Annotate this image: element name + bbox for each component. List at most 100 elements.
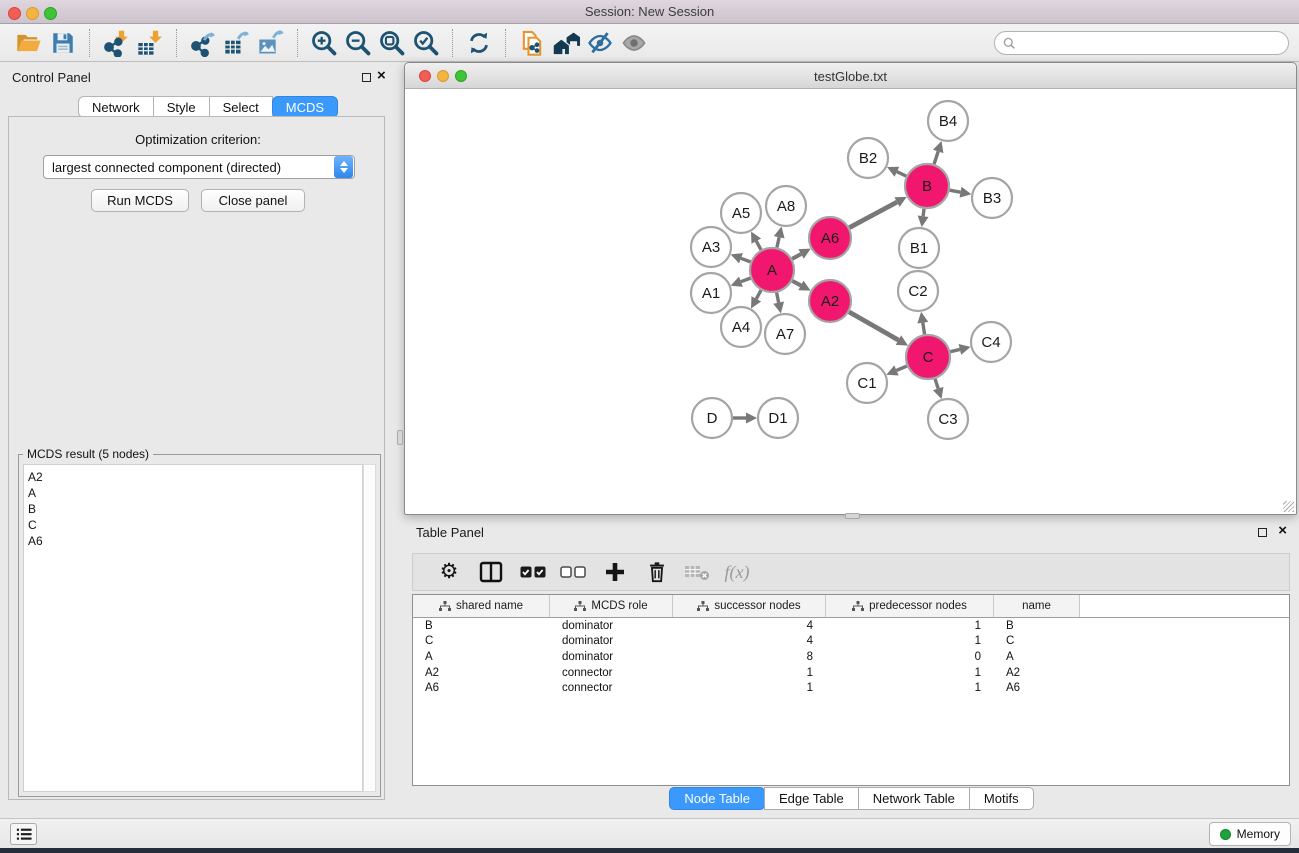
column-header-shared-name[interactable]: shared name bbox=[413, 595, 550, 617]
graph-edge-A-A2[interactable] bbox=[792, 281, 801, 286]
copy-network-button[interactable] bbox=[515, 27, 549, 59]
graph-edge-A-A4[interactable] bbox=[756, 290, 761, 299]
export-table-button[interactable] bbox=[220, 27, 254, 59]
graph-edge-C-C4[interactable] bbox=[950, 349, 959, 351]
graph-edge-A-A3[interactable] bbox=[741, 258, 751, 262]
list-item[interactable]: C bbox=[28, 517, 362, 533]
zoom-fit-button[interactable] bbox=[375, 27, 409, 59]
table-cell[interactable]: A bbox=[413, 651, 550, 663]
zoom-out-button[interactable] bbox=[341, 27, 375, 59]
table-cell[interactable]: dominator bbox=[550, 620, 673, 632]
table-row[interactable]: Adominator80A bbox=[413, 649, 1289, 665]
select-all-button[interactable] bbox=[515, 556, 551, 588]
zoom-in-button[interactable] bbox=[307, 27, 341, 59]
table-cell[interactable]: 1 bbox=[826, 620, 994, 632]
graph-edge-A-A7[interactable] bbox=[777, 293, 779, 303]
close-panel-icon[interactable]: × bbox=[1278, 523, 1287, 539]
graph-edge-B-B4[interactable] bbox=[934, 151, 938, 164]
tab-motifs[interactable]: Motifs bbox=[969, 787, 1034, 810]
network-canvas[interactable]: B4B2BB3A5A8A6A3B1AA1C2A2A4A7C4CC1C3DD1 bbox=[406, 90, 1295, 513]
tab-network-table[interactable]: Network Table bbox=[858, 787, 970, 810]
unselect-all-button[interactable] bbox=[555, 556, 591, 588]
graph-edge-B-B2[interactable] bbox=[897, 172, 906, 176]
split-view-button[interactable] bbox=[473, 556, 509, 588]
table-row[interactable]: Cdominator41C bbox=[413, 634, 1289, 650]
graph-edge-A-A1[interactable] bbox=[741, 278, 751, 282]
table-cell[interactable]: connector bbox=[550, 682, 673, 694]
table-cell[interactable]: 1 bbox=[826, 635, 994, 647]
graph-edge-C-C3[interactable] bbox=[935, 379, 938, 389]
task-history-button[interactable] bbox=[10, 823, 37, 845]
graph-edge-C-C1[interactable] bbox=[896, 366, 906, 370]
run-mcds-button[interactable]: Run MCDS bbox=[91, 189, 189, 212]
table-row[interactable]: A2connector11A2 bbox=[413, 665, 1289, 681]
table-cell[interactable]: B bbox=[994, 620, 1080, 632]
export-image-button[interactable] bbox=[254, 27, 288, 59]
table-cell[interactable]: A6 bbox=[413, 682, 550, 694]
toggle-visibility-button[interactable] bbox=[583, 27, 617, 59]
float-panel-icon[interactable] bbox=[1258, 528, 1267, 537]
table-cell[interactable]: 0 bbox=[826, 651, 994, 663]
float-panel-icon[interactable] bbox=[362, 73, 371, 82]
graph-edge-B-B3[interactable] bbox=[950, 190, 961, 192]
column-header-MCDS-role[interactable]: MCDS role bbox=[550, 595, 673, 617]
table-cell[interactable]: A bbox=[994, 651, 1080, 663]
tab-network[interactable]: Network bbox=[78, 96, 154, 118]
network-graph-svg[interactable]: B4B2BB3A5A8A6A3B1AA1C2A2A4A7C4CC1C3DD1 bbox=[406, 90, 1297, 514]
close-panel-icon[interactable]: × bbox=[377, 68, 386, 84]
table-cell[interactable]: 4 bbox=[673, 635, 826, 647]
table-cell[interactable]: A2 bbox=[413, 667, 550, 679]
graph-edge-C-C2[interactable] bbox=[923, 323, 925, 335]
result-scrollbar[interactable] bbox=[363, 464, 376, 792]
list-item[interactable]: B bbox=[28, 501, 362, 517]
list-item[interactable]: A6 bbox=[28, 533, 362, 549]
tab-mcds[interactable]: MCDS bbox=[272, 96, 338, 118]
network-window-titlebar[interactable]: testGlobe.txt bbox=[405, 63, 1296, 89]
table-row[interactable]: A6connector11A6 bbox=[413, 680, 1289, 696]
home-button[interactable] bbox=[549, 27, 583, 59]
delete-column-button[interactable] bbox=[639, 556, 675, 588]
table-cell[interactable]: C bbox=[413, 635, 550, 647]
close-panel-button[interactable]: Close panel bbox=[201, 189, 305, 212]
show-graphics-details-button[interactable] bbox=[617, 27, 651, 59]
import-table-button[interactable] bbox=[133, 27, 167, 59]
table-cell[interactable]: dominator bbox=[550, 635, 673, 647]
save-session-button[interactable] bbox=[46, 27, 80, 59]
graph-edge-A6-B[interactable] bbox=[849, 202, 897, 228]
column-header-successor-nodes[interactable]: successor nodes bbox=[673, 595, 826, 617]
optimization-criterion-select[interactable]: largest connected component (directed) bbox=[43, 155, 355, 179]
tab-select[interactable]: Select bbox=[209, 96, 273, 118]
refresh-view-button[interactable] bbox=[462, 27, 496, 59]
table-cell[interactable]: 1 bbox=[673, 667, 826, 679]
tab-style[interactable]: Style bbox=[153, 96, 210, 118]
table-cell[interactable]: dominator bbox=[550, 651, 673, 663]
add-column-button[interactable] bbox=[597, 556, 633, 588]
window-resize-handle[interactable] bbox=[1283, 501, 1294, 512]
list-item[interactable]: A bbox=[28, 485, 362, 501]
table-cell[interactable]: 1 bbox=[826, 682, 994, 694]
tab-node-table[interactable]: Node Table bbox=[669, 787, 765, 810]
table-cell[interactable]: 1 bbox=[826, 667, 994, 679]
list-item[interactable]: A2 bbox=[28, 469, 362, 485]
graph-edge-A-A6[interactable] bbox=[792, 254, 801, 259]
table-cell[interactable]: connector bbox=[550, 667, 673, 679]
import-network-button[interactable] bbox=[99, 27, 133, 59]
graph-edge-A2-C[interactable] bbox=[849, 312, 898, 340]
zoom-selected-button[interactable] bbox=[409, 27, 443, 59]
graph-edge-A-A8[interactable] bbox=[777, 237, 779, 247]
table-cell[interactable]: C bbox=[994, 635, 1080, 647]
export-network-button[interactable] bbox=[186, 27, 220, 59]
table-cell[interactable]: 8 bbox=[673, 651, 826, 663]
memory-button[interactable]: Memory bbox=[1209, 822, 1291, 846]
column-header-predecessor-nodes[interactable]: predecessor nodes bbox=[826, 595, 994, 617]
function-builder-button[interactable]: f(x) bbox=[719, 556, 755, 588]
search-input[interactable] bbox=[1021, 33, 1288, 53]
tab-edge-table[interactable]: Edge Table bbox=[764, 787, 859, 810]
column-header-name[interactable]: name bbox=[994, 595, 1080, 617]
table-cell[interactable]: 4 bbox=[673, 620, 826, 632]
vertical-splitter-handle[interactable] bbox=[397, 430, 403, 445]
table-cell[interactable]: A6 bbox=[994, 682, 1080, 694]
open-file-button[interactable] bbox=[12, 27, 46, 59]
table-options-button[interactable]: ⚙ bbox=[431, 556, 467, 588]
graph-edge-A-A5[interactable] bbox=[756, 241, 761, 250]
